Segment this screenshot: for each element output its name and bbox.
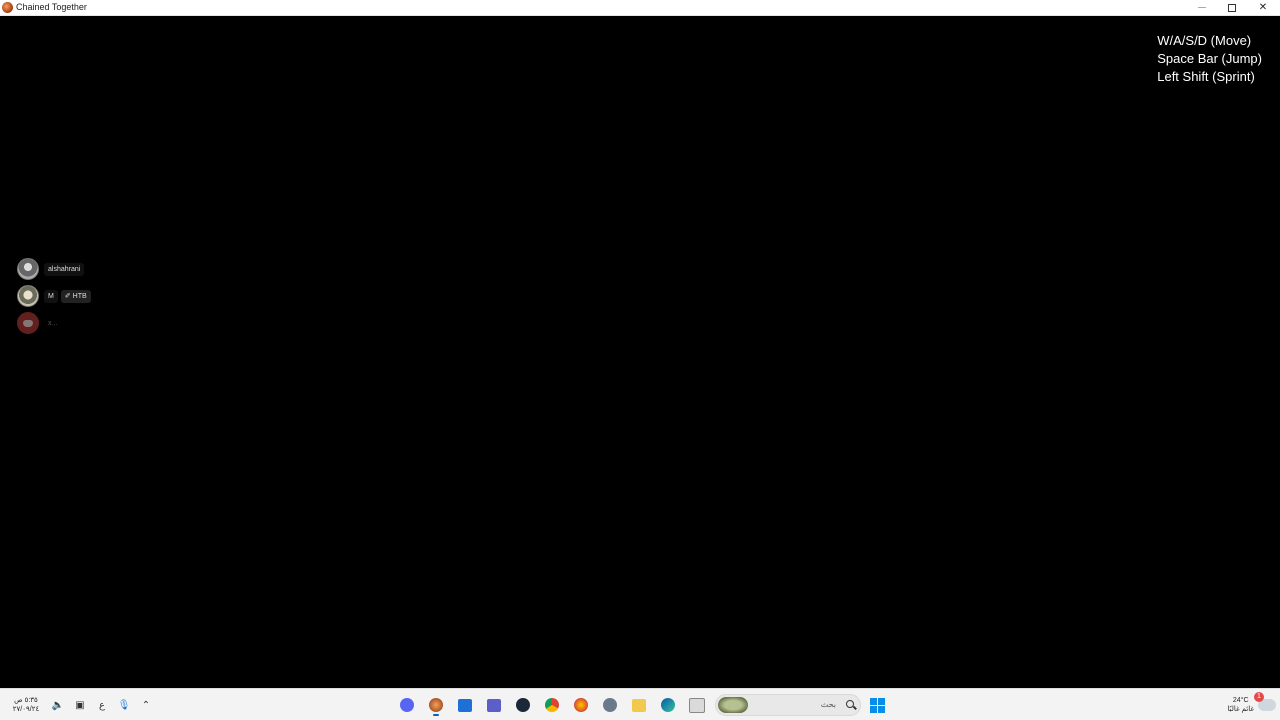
controls-hint-sprint: Left Shift (Sprint) [1157, 69, 1255, 84]
maximize-button[interactable] [1217, 0, 1247, 15]
language-indicator[interactable]: ع [92, 695, 112, 715]
window-title-bar: Chained Together ✕ [0, 0, 1280, 16]
weather-temp: 24°C [1232, 697, 1249, 704]
taskbar: ٥:٣٥ ص ٢٧/٠٩/٢٤ 🔈 ▣ ع 🎙 ⌃ بحث 24°C غائم … [0, 688, 1280, 720]
teams-icon[interactable] [482, 693, 506, 717]
clock[interactable]: ٥:٣٥ ص ٢٧/٠٩/٢٤ [6, 696, 46, 714]
maximize-icon [1228, 3, 1236, 12]
search-highlight-image [718, 697, 748, 713]
volume-icon[interactable]: 🔈 [48, 695, 68, 715]
chained-together-icon[interactable] [424, 693, 448, 717]
chevron-up-icon[interactable]: ⌃ [136, 695, 156, 715]
chained-together-icon [2, 2, 13, 13]
chrome-icon[interactable] [540, 693, 564, 717]
search-box[interactable]: بحث [715, 694, 861, 716]
weather-widget[interactable]: 24°C غائم غالبًا 1 [1227, 689, 1276, 720]
settings-icon[interactable] [598, 693, 622, 717]
search-icon [846, 700, 854, 708]
voice-user-name: M [44, 289, 58, 303]
taskbar-apps: بحث [392, 689, 889, 720]
steam-icon[interactable] [511, 693, 535, 717]
store-icon[interactable] [453, 693, 477, 717]
game-viewport[interactable]: W/A/S/D (Move) Space Bar (Jump) Left Shi… [0, 16, 1280, 688]
file-explorer-icon[interactable] [627, 693, 651, 717]
user-avatar [17, 258, 39, 280]
voice-overlay: alshahrani M ✐ HTB x... [17, 257, 91, 338]
close-button[interactable]: ✕ [1248, 0, 1278, 15]
task-view-icon[interactable] [685, 693, 709, 717]
weather-text: 24°C غائم غالبًا [1227, 696, 1254, 714]
user-avatar [17, 285, 39, 307]
network-icon[interactable]: ▣ [70, 695, 90, 715]
system-tray: ٥:٣٥ ص ٢٧/٠٩/٢٤ 🔈 ▣ ع 🎙 ⌃ [6, 689, 156, 720]
clock-date: ٢٧/٠٩/٢٤ [12, 706, 40, 713]
voice-user-name: alshahrani [44, 262, 85, 276]
voice-user-tag: ✐ HTB [60, 289, 91, 303]
edge-icon[interactable] [656, 693, 680, 717]
minimize-button[interactable] [1187, 0, 1217, 15]
search-placeholder: بحث [820, 700, 836, 709]
discord-icon[interactable] [395, 693, 419, 717]
voice-user: alshahrani [17, 257, 91, 281]
controls-hint-jump: Space Bar (Jump) [1157, 51, 1262, 66]
window-title: Chained Together [16, 2, 87, 12]
weather-condition: غائم غالبًا [1227, 706, 1254, 713]
controls-hint-move: W/A/S/D (Move) [1157, 33, 1252, 48]
firefox-icon[interactable] [569, 693, 593, 717]
windows-icon [869, 697, 885, 713]
voice-user: M ✐ HTB [17, 284, 91, 308]
voice-user: x... [17, 311, 91, 335]
clock-time: ٥:٣٥ ص [14, 697, 38, 704]
start-button[interactable] [865, 693, 889, 717]
microphone-icon[interactable]: 🎙 [114, 695, 134, 715]
cloud-icon: 1 [1254, 692, 1276, 711]
close-icon: ✕ [1258, 2, 1268, 13]
minimize-icon [1198, 7, 1206, 8]
controls-hint: W/A/S/D (Move) Space Bar (Jump) Left Shi… [1157, 32, 1262, 86]
discord-icon [17, 312, 39, 334]
voice-user-name: x... [48, 319, 58, 327]
notification-badge: 1 [1254, 692, 1264, 702]
